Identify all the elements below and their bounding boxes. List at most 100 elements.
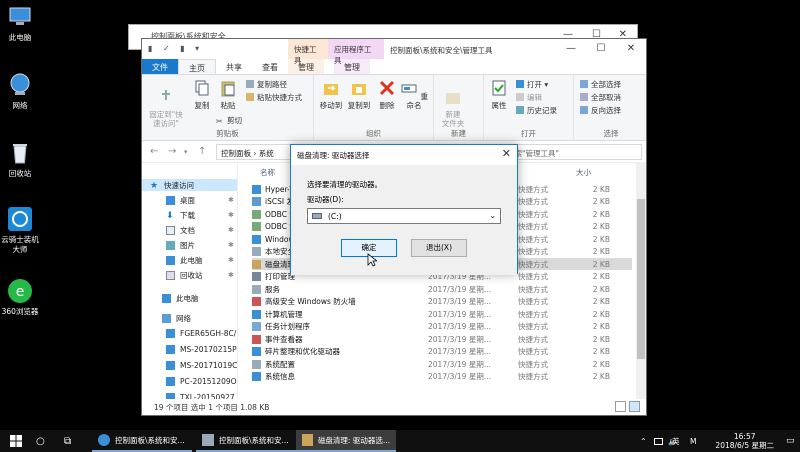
network-tray-button[interactable]	[654, 430, 663, 452]
tab-share[interactable]: 共享	[216, 59, 252, 74]
file-row[interactable]: 碎片整理和优化驱动器 2017/3/19 星期... 快捷方式 2 KB	[252, 346, 632, 358]
up-arrow-icon[interactable]: ↑	[198, 146, 206, 157]
ribbon-group-select: 全部选择 全部取消 反向选择 选择	[574, 75, 646, 141]
properties-button[interactable]: 属性	[488, 79, 510, 110]
show-hidden-icons-button[interactable]: ⌃	[640, 430, 647, 452]
nav-network-computer[interactable]: PC-20151209O	[166, 377, 237, 386]
ime-indicator[interactable]: 英	[672, 430, 680, 452]
minimize-button[interactable]: —	[556, 39, 586, 59]
back-arrow-icon[interactable]: ←	[150, 146, 158, 157]
column-header-size[interactable]: 大小	[576, 167, 591, 178]
nav-item-downloads[interactable]: ⬇ 下载	[166, 210, 195, 221]
open-button[interactable]: 打开 ▾	[516, 79, 548, 90]
context-tab-shortcut-tools: 快捷工具	[288, 39, 328, 65]
tab-file[interactable]: 文件	[142, 59, 178, 74]
file-row[interactable]: 任务计划程序 2017/3/19 星期... 快捷方式 2 KB	[252, 321, 632, 333]
file-row[interactable]: 系统配置 2017/3/19 星期... 快捷方式 2 KB	[252, 358, 632, 370]
copy-button[interactable]: 复制	[190, 79, 214, 110]
computer-icon	[166, 361, 175, 370]
nav-network-computer[interactable]: MS-20170215P	[166, 345, 237, 354]
taskbar-app-control-panel[interactable]: 控制面板\系统和安...	[92, 430, 192, 452]
shortcut-icon	[252, 372, 261, 381]
edit-button[interactable]: 编辑	[516, 92, 542, 103]
taskbar-app-disk-cleanup[interactable]: 磁盘清理: 驱动器选...	[296, 430, 396, 452]
close-button[interactable]: ✕	[616, 39, 646, 59]
history-button[interactable]: 历史记录	[516, 105, 557, 116]
new-folder-button[interactable]: 新建 文件夹	[438, 79, 468, 128]
search-input[interactable]: 搜索"管理工具"	[502, 144, 642, 160]
file-type: 快捷方式	[518, 184, 548, 194]
desktop-icon-this-pc[interactable]: 此电脑	[0, 4, 40, 43]
large-icons-view-button[interactable]	[629, 401, 640, 412]
pin-quick-access-button[interactable]: 固定到"快 速访问"	[146, 79, 186, 128]
cut-button[interactable]: ✂ 剪切	[216, 115, 242, 126]
move-to-button[interactable]: 移动到	[318, 79, 344, 110]
nav-item-recycle-bin[interactable]: 回收站	[166, 270, 203, 281]
desktop-icon-recycle-bin[interactable]: 回收站	[0, 140, 40, 179]
forward-arrow-icon[interactable]: →	[168, 146, 176, 157]
task-view-button[interactable]: ⧉	[64, 430, 71, 452]
maximize-button[interactable]: ☐	[586, 39, 616, 59]
select-none-button[interactable]: 全部取消	[580, 92, 621, 103]
tab-home[interactable]: 主页	[178, 59, 216, 74]
nav-label: 此电脑	[176, 294, 199, 303]
desktop-icon-installer[interactable]: 云骑士装机大师	[0, 206, 40, 255]
ime-mode-indicator[interactable]: M	[690, 430, 696, 452]
column-header-name[interactable]: 名称	[260, 167, 275, 178]
admin-tools-icon	[202, 434, 214, 446]
exit-button[interactable]: 退出(X)	[411, 239, 467, 257]
delete-button[interactable]: 删除	[376, 79, 398, 110]
tab-view[interactable]: 查看	[252, 59, 288, 74]
file-row[interactable]: 服务 2017/3/19 星期... 快捷方式 2 KB	[252, 283, 632, 295]
vertical-scrollbar[interactable]	[636, 163, 646, 399]
clock[interactable]: 16:57 2018/6/5 星期二	[715, 432, 774, 450]
notification-icon: ▭	[786, 436, 795, 446]
desktop-icon-network[interactable]: 网络	[0, 72, 40, 111]
rename-button[interactable]: 重命名	[400, 79, 428, 110]
nav-this-pc[interactable]: 此电脑	[162, 293, 199, 304]
new-folder-icon	[446, 93, 460, 104]
nav-item-pictures[interactable]: 图片	[166, 240, 195, 251]
copy-to-button[interactable]: 复制到	[346, 79, 372, 110]
taskbar-app-admin-tools[interactable]: 控制面板\系统和安...	[196, 430, 296, 452]
drive-select[interactable]: (C:) ⌄	[307, 208, 501, 224]
taskbar-app-label: 磁盘清理: 驱动器选...	[317, 435, 390, 445]
file-row[interactable]: 事件查看器 2017/3/19 星期... 快捷方式 2 KB	[252, 333, 632, 345]
nav-item-documents[interactable]: 文档	[166, 225, 195, 236]
copy-path-button[interactable]: 复制路径	[246, 79, 287, 90]
nav-item-this-pc[interactable]: 此电脑	[166, 255, 203, 266]
file-date: 2017/3/19 星期...	[428, 309, 491, 319]
nav-label: 桌面	[180, 196, 195, 205]
ribbon-group-new: 新建 文件夹 新建	[434, 75, 484, 141]
start-button[interactable]	[10, 430, 22, 452]
file-type: 快捷方式	[518, 372, 548, 381]
scrollbar-thumb[interactable]	[637, 199, 645, 359]
file-row[interactable]: 系统信息 2017/3/19 星期... 快捷方式 2 KB	[252, 371, 632, 383]
quick-access-toolbar[interactable]: ▮ ✓ ▮ ▾	[148, 44, 203, 53]
cut-label: 剪切	[227, 116, 242, 125]
nav-network-computer[interactable]: MS-20171019C	[166, 361, 237, 370]
chevron-down-icon[interactable]: ⌄	[489, 211, 496, 220]
file-row[interactable]: 高级安全 Windows 防火墙 2017/3/19 星期... 快捷方式 2 KB	[252, 296, 632, 308]
status-text: 19 个项目 选中 1 个项目 1.08 KB	[154, 403, 270, 412]
paste-button[interactable]: 粘贴	[216, 79, 240, 110]
disk-cleanup-dialog[interactable]: 磁盘清理: 驱动器选择 ✕ 选择要清理的驱动器。 驱动器(D): (C:) ⌄ …	[290, 144, 518, 275]
desktop-icon-360-browser[interactable]: e 360浏览器	[0, 278, 40, 317]
file-size: 2 KB	[592, 222, 610, 231]
nav-network[interactable]: 网络	[162, 313, 191, 324]
nav-item-desktop[interactable]: 桌面	[166, 195, 195, 206]
file-row[interactable]: 计算机管理 2017/3/19 星期... 快捷方式 2 KB	[252, 308, 632, 320]
recent-dropdown-icon[interactable]: ▾	[184, 148, 188, 156]
notification-button[interactable]: ▭	[786, 430, 795, 452]
nav-label: 回收站	[180, 271, 203, 280]
details-view-button[interactable]	[615, 401, 626, 412]
nav-network-computer[interactable]: FGER65GH-8C/	[166, 329, 236, 338]
search-button[interactable]: ○	[36, 430, 45, 452]
invert-selection-button[interactable]: 反向选择	[580, 105, 621, 116]
paste-shortcut-button[interactable]: 粘贴快捷方式	[246, 92, 302, 103]
file-size: 2 KB	[592, 347, 610, 356]
close-icon[interactable]: ✕	[502, 147, 511, 160]
select-all-button[interactable]: 全部选择	[580, 79, 621, 90]
nav-quick-access[interactable]: ★ 快速访问	[142, 179, 237, 191]
group-name: 新建	[451, 129, 466, 138]
